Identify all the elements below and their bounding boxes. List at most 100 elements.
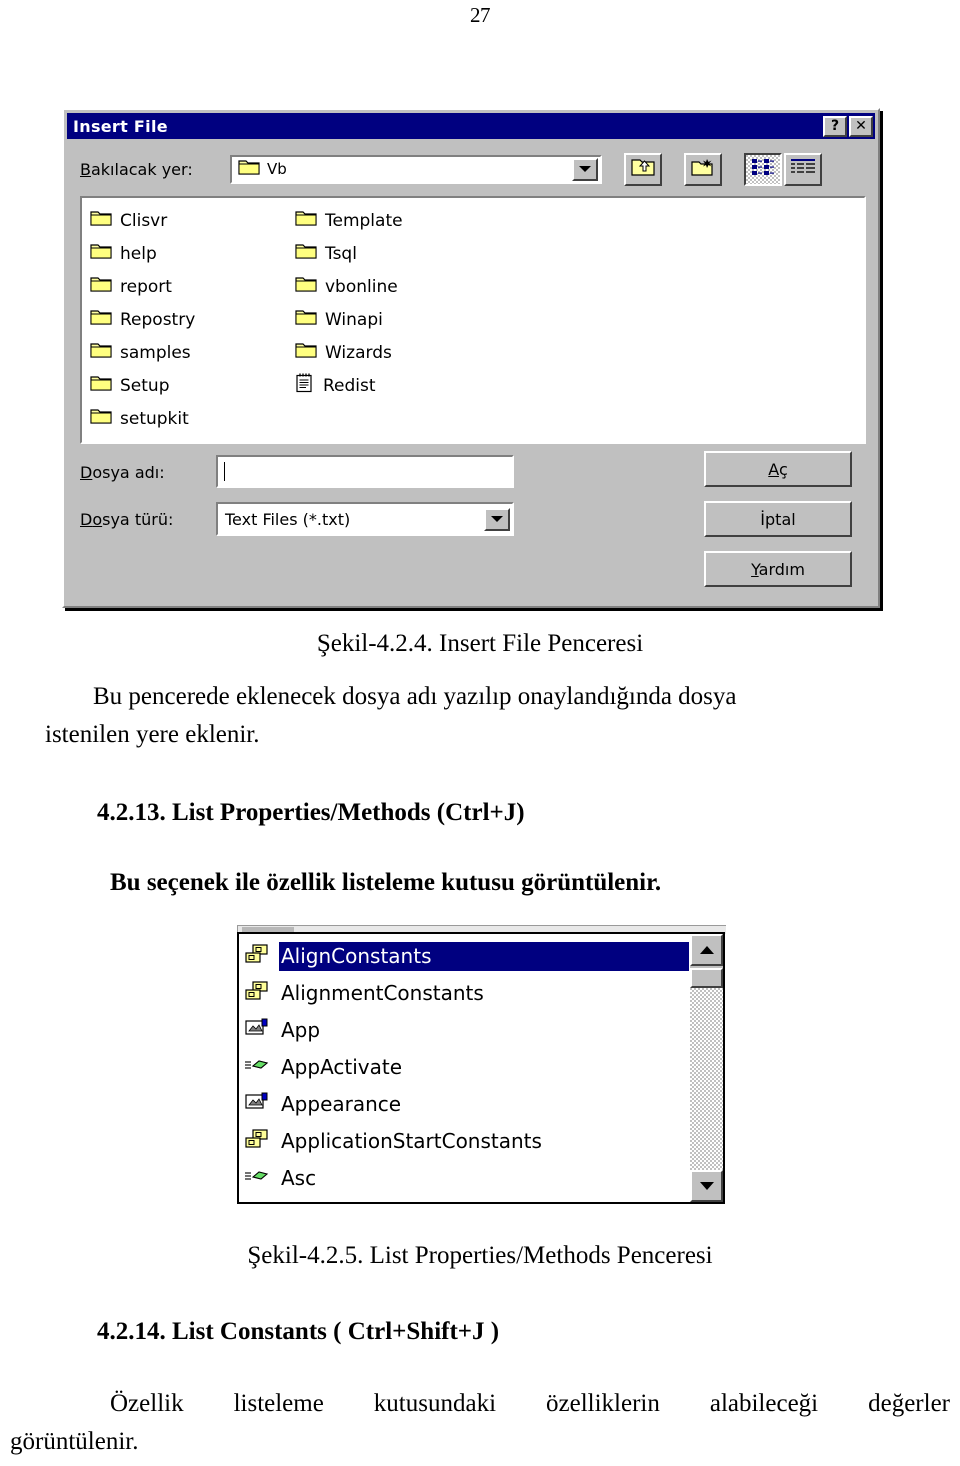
open-button-mnemonic: A [768, 459, 779, 479]
list-item[interactable]: Appearance [239, 1086, 689, 1123]
list-item-label: Wizards [325, 342, 392, 363]
folder-icon [90, 275, 112, 298]
scroll-down-button[interactable] [690, 1170, 723, 1202]
help-button-label: Yardım [751, 560, 805, 579]
property-icon [244, 1091, 270, 1118]
list-item-label: Template [325, 210, 403, 231]
filename-input[interactable] [216, 455, 514, 488]
filetype-label-mnemonic-2: o [92, 510, 103, 529]
paragraph-3: Özellik listeleme kutusundaki özellikler… [10, 1385, 950, 1461]
list-item-label: report [120, 276, 172, 297]
chevron-down-icon [579, 166, 591, 172]
open-button[interactable]: Aç [704, 451, 852, 487]
folder-icon [295, 209, 317, 232]
filetype-dropdown-button[interactable] [484, 507, 510, 531]
figure-caption-1: Şekil-4.2.4. Insert File Penceresi [316, 630, 644, 657]
cancel-button[interactable]: İptal [704, 501, 852, 537]
list-item[interactable]: setupkit [86, 402, 291, 435]
paragraph-1-line-2: istenilen yere eklenir. [45, 721, 260, 748]
details-view-button[interactable] [784, 152, 822, 186]
details-view-icon [790, 158, 816, 180]
text-file-icon [295, 373, 315, 398]
folder-icon [295, 275, 317, 298]
filename-label-rest: osya adı: [92, 463, 165, 482]
enum-constants-icon [244, 1128, 270, 1155]
filename-label: Dosya adı: [80, 463, 165, 482]
list-item-label: Winapi [325, 309, 383, 330]
list-item[interactable]: Repostry [86, 303, 291, 336]
filetype-label-rest: sya türü: [102, 510, 174, 529]
list-item-label: AlignConstants [277, 940, 689, 973]
folder-icon [295, 341, 317, 364]
folder-icon [90, 308, 112, 331]
folder-icon [90, 341, 112, 364]
folder-icon [295, 242, 317, 265]
enum-constants-icon [244, 943, 270, 970]
folder-icon [295, 308, 317, 331]
up-one-level-icon [631, 157, 655, 181]
scrollbar-thumb[interactable] [690, 968, 723, 988]
chevron-down-icon [491, 516, 503, 522]
new-folder-icon [691, 157, 715, 181]
list-item[interactable]: report [86, 270, 291, 303]
list-item[interactable]: vbonline [291, 270, 496, 303]
list-view-icon [751, 158, 775, 180]
list-properties-items[interactable]: AlignConstants AlignmentConstants App Ap… [239, 934, 689, 1202]
list-item-label: vbonline [325, 276, 398, 297]
list-item[interactable]: AppActivate [239, 1049, 689, 1086]
look-in-label: Bakılacak yer: [80, 160, 230, 179]
list-item[interactable]: Winapi [291, 303, 496, 336]
list-item-label: App [281, 1018, 321, 1042]
enum-constants-icon [244, 980, 270, 1007]
list-item[interactable]: Redist [291, 369, 496, 402]
list-item-label: AlignmentConstants [281, 981, 484, 1005]
page-number: 27 [470, 3, 491, 27]
list-item-label: setupkit [120, 408, 189, 429]
list-item[interactable]: App [239, 1012, 689, 1049]
look-in-dropdown-button[interactable] [572, 157, 598, 181]
scroll-up-button[interactable] [690, 934, 723, 966]
create-new-folder-button[interactable] [684, 152, 722, 186]
paragraph-2: Bu seçenek ile özellik listeleme kutusu … [110, 869, 662, 896]
list-item[interactable]: Template [291, 204, 496, 237]
list-item[interactable]: Setup [86, 369, 291, 402]
list-item[interactable]: Tsql [291, 237, 496, 270]
list-item-label: AppActivate [281, 1055, 403, 1079]
list-item[interactable]: samples [86, 336, 291, 369]
list-item[interactable]: Clisvr [86, 204, 291, 237]
list-item[interactable]: ApplicationStartConstants [239, 1123, 689, 1160]
help-text-button[interactable]: Yardım [704, 551, 852, 587]
open-button-rest: ç [778, 459, 788, 479]
list-item-label: Appearance [281, 1092, 402, 1116]
folder-icon [90, 374, 112, 397]
insert-file-dialog: Insert File ? ✕ Bakılacak yer: Vb Clisvr… [62, 108, 880, 608]
folder-icon [90, 209, 112, 232]
close-icon[interactable]: ✕ [849, 115, 873, 137]
help-button[interactable]: ? [823, 115, 847, 137]
look-in-combobox[interactable]: Vb [230, 154, 602, 184]
list-item-label: help [120, 243, 157, 264]
filetype-value: Text Files (*.txt) [225, 509, 351, 529]
list-item[interactable]: Asc [239, 1160, 689, 1197]
filetype-combobox[interactable]: Text Files (*.txt) [216, 502, 514, 536]
list-item-label: Redist [323, 375, 376, 396]
list-item[interactable]: AlignConstants [239, 938, 689, 975]
look-in-combobox-content: Vb [232, 158, 572, 180]
look-in-value: Vb [267, 160, 287, 178]
list-item-label: Asc [281, 1166, 317, 1190]
file-list-columns: Clisvr help report Repostry samples Setu… [86, 204, 864, 436]
section-heading-2: 4.2.14. List Constants ( Ctrl+Shift+J ) [97, 1318, 500, 1345]
folder-icon [90, 242, 112, 265]
list-item[interactable]: Wizards [291, 336, 496, 369]
list-item[interactable]: AlignmentConstants [239, 975, 689, 1012]
vertical-scrollbar[interactable] [689, 934, 723, 1202]
look-in-label-rest: akılacak yer: [90, 159, 193, 179]
scrollbar-track[interactable] [690, 988, 723, 1170]
paragraph-1-line-1: Bu pencerede eklenecek dosya adı yazılıp… [93, 683, 737, 710]
filetype-label: Dosya türü: [80, 510, 173, 529]
look-in-row: Bakılacak yer: Vb [80, 152, 868, 186]
up-one-level-button[interactable] [624, 152, 662, 186]
file-list[interactable]: Clisvr help report Repostry samples Setu… [80, 196, 866, 444]
list-view-button[interactable] [744, 152, 782, 186]
list-item[interactable]: help [86, 237, 291, 270]
